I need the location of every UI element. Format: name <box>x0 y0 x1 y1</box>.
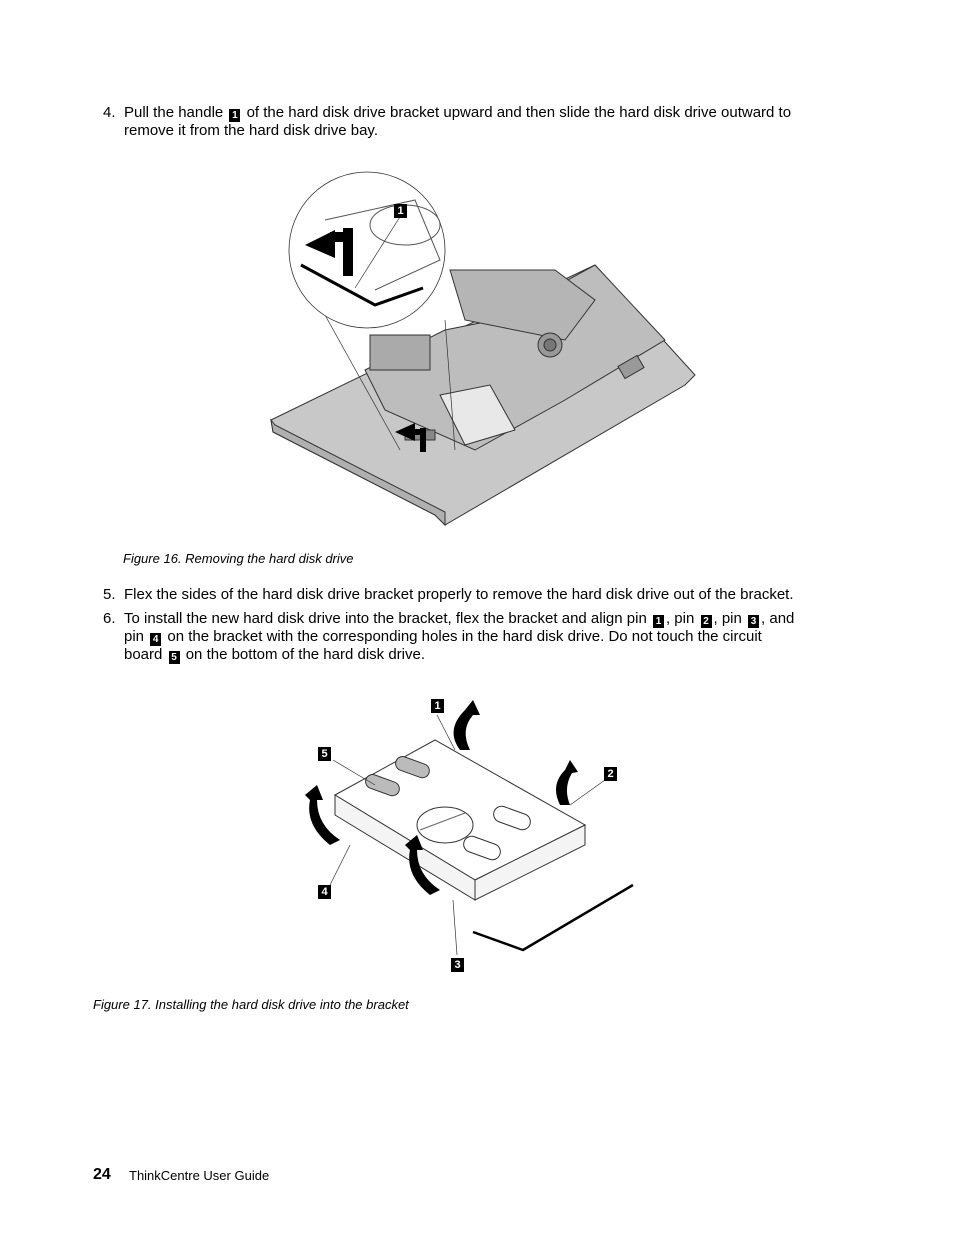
document-title: ThinkCentre User Guide <box>129 1168 270 1183</box>
step-number: 5. <box>103 586 116 603</box>
step-number: 4. <box>103 104 116 121</box>
figure-17-label-3: 3 <box>451 958 464 972</box>
callout-4: 4 <box>150 633 162 646</box>
callout-5: 5 <box>168 651 180 664</box>
magnifier-circle <box>288 171 446 329</box>
step-6-line-3: board 5 on the bottom of the hard disk d… <box>124 646 844 664</box>
text: , pin <box>713 610 747 627</box>
figure-17-caption: Figure 17. Installing the hard disk driv… <box>93 997 409 1012</box>
callout-2: 2 <box>700 615 712 628</box>
figure-16-illustration <box>270 171 696 527</box>
step-4-line-2: remove it from the hard disk drive bay. <box>124 122 378 139</box>
text: , pin <box>665 610 699 627</box>
text: , and <box>761 610 795 627</box>
step-number: 6. <box>103 610 116 627</box>
figure-17-label-2: 2 <box>604 767 617 781</box>
step-6-line-2: pin 4 on the bracket with the correspond… <box>124 628 844 646</box>
figure-17-illustration <box>305 700 634 956</box>
page-number: 24 <box>93 1166 111 1183</box>
text: board <box>124 646 167 663</box>
callout-1: 1 <box>652 615 664 628</box>
callout-1: 1 <box>229 109 241 122</box>
callout-3: 3 <box>748 615 760 628</box>
text: on the bottom of the hard disk drive. <box>181 646 426 663</box>
figure-16-label-1: 1 <box>394 204 407 218</box>
text: of the hard disk drive bracket upward an… <box>242 104 792 121</box>
step-4-line-1: Pull the handle 1 of the hard disk drive… <box>124 104 844 122</box>
text: Pull the handle <box>124 104 228 121</box>
figure-17-label-4: 4 <box>318 885 331 899</box>
text: To install the new hard disk drive into … <box>124 610 651 627</box>
step-6-line-1: To install the new hard disk drive into … <box>124 610 844 628</box>
text: on the bracket with the corresponding ho… <box>163 628 762 645</box>
figure-16-caption: Figure 16. Removing the hard disk drive <box>123 551 354 566</box>
figure-17-label-1: 1 <box>431 699 444 713</box>
text: pin <box>124 628 149 645</box>
figure-17-label-5: 5 <box>318 747 331 761</box>
bracket-handle <box>472 883 634 952</box>
bracket <box>334 739 587 901</box>
step-5-text: Flex the sides of the hard disk drive br… <box>124 586 794 603</box>
